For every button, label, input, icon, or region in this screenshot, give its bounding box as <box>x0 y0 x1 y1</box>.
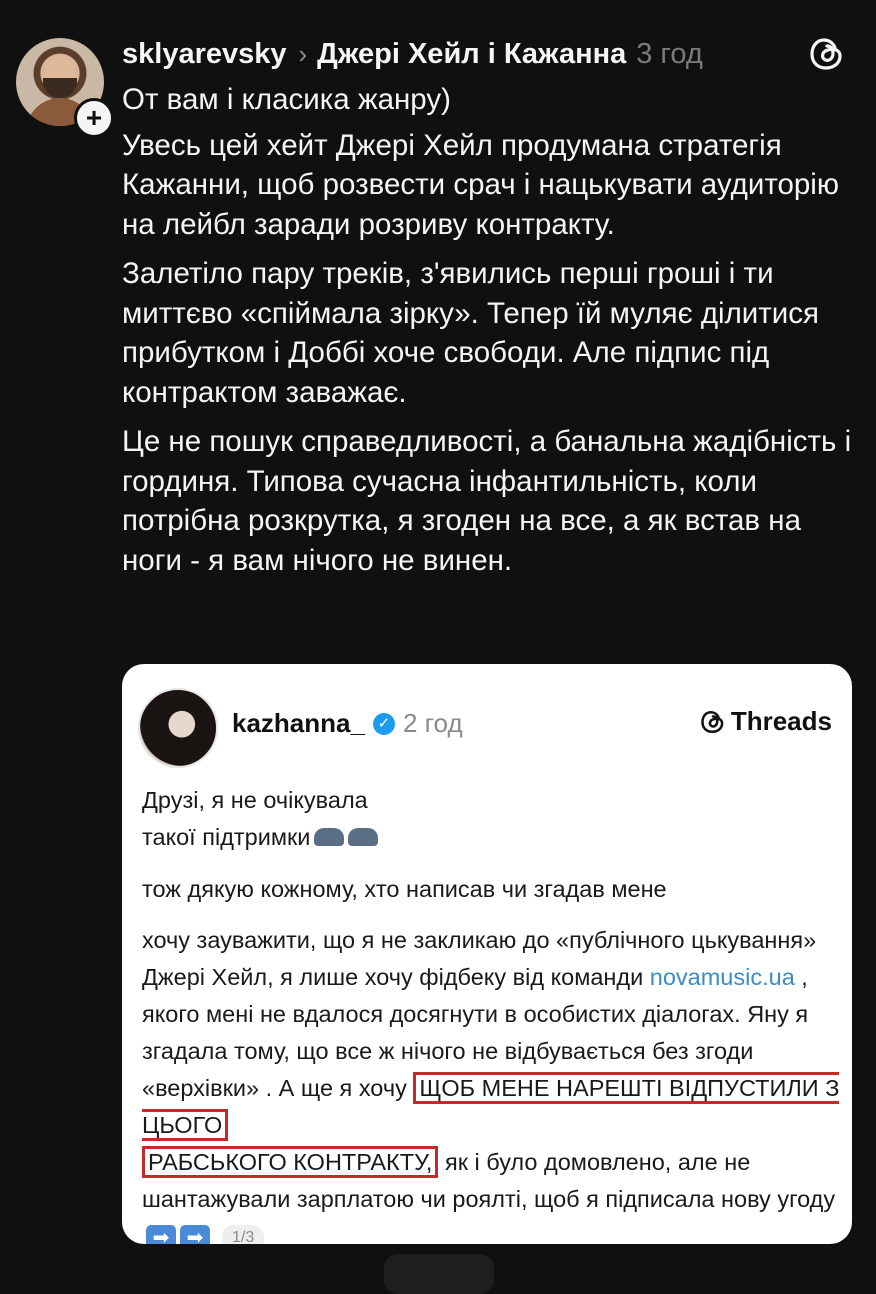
card-header: kazhanna_ ✓ 2 год <box>232 708 463 739</box>
card-paragraph: хочу зауважити, що я не закликаю до «пуб… <box>142 922 842 1244</box>
topic-tag[interactable]: Джері Хейл і Кажанна <box>317 38 626 71</box>
avatar-beard <box>43 78 77 98</box>
highlighted-text: РАБСЬКОГО КОНТРАКТУ, <box>142 1146 439 1179</box>
verified-badge-icon: ✓ <box>372 712 395 735</box>
post-paragraph: Залетіло пару треків, з'явились перші гр… <box>122 257 819 409</box>
chevron-right-icon: › <box>298 38 308 69</box>
card-line: тож дякую кожному, хто написав чи згадав… <box>142 876 667 903</box>
bottom-nav-bar <box>0 1252 876 1294</box>
card-line-with-emoji: такої підтримки <box>142 819 842 857</box>
page-indicator: 1/3 <box>222 1225 265 1244</box>
author-avatar-wrap[interactable]: + <box>16 38 114 138</box>
card-avatar <box>138 688 218 768</box>
novamusic-link[interactable]: novamusic.ua <box>650 964 795 990</box>
card-brand: Threads <box>699 706 832 737</box>
post-paragraph: Це не пошук справедливості, а банальна ж… <box>122 425 852 577</box>
card-time: 2 год <box>402 708 463 738</box>
card-brand-label: Threads <box>730 706 832 736</box>
post-time: 3 год <box>636 37 703 70</box>
post-header: sklyarevsky › Джері Хейл і Кажанна 3 год <box>122 34 703 74</box>
nav-active-pill[interactable] <box>384 1254 494 1294</box>
arrow-right-emoji-icon: ➡ <box>180 1225 210 1244</box>
card-username: kazhanna_ <box>232 708 365 738</box>
post-paragraph: От вам і класика жанру) <box>122 83 451 116</box>
threads-logo-icon[interactable] <box>807 34 847 74</box>
post-body: От вам і класика жанру) Увесь цей хейт Д… <box>122 80 852 590</box>
follow-plus-icon[interactable]: + <box>74 98 114 138</box>
embedded-screenshot-card[interactable]: kazhanna_ ✓ 2 год Threads Друзі, я не оч… <box>122 664 852 1244</box>
card-line: Друзі, я не очікувала <box>142 787 368 813</box>
people-emoji-icon <box>310 820 379 857</box>
arrow-right-emoji-icon: ➡ <box>146 1225 176 1244</box>
post-paragraph: Увесь цей хейт Джері Хейл продумана стра… <box>122 128 839 241</box>
card-line: такої підтримки <box>142 824 311 850</box>
author-username[interactable]: sklyarevsky <box>122 38 287 71</box>
card-text: Друзі, я не очікувала такої підтримки то… <box>142 782 842 1244</box>
threads-logo-icon <box>701 710 724 733</box>
